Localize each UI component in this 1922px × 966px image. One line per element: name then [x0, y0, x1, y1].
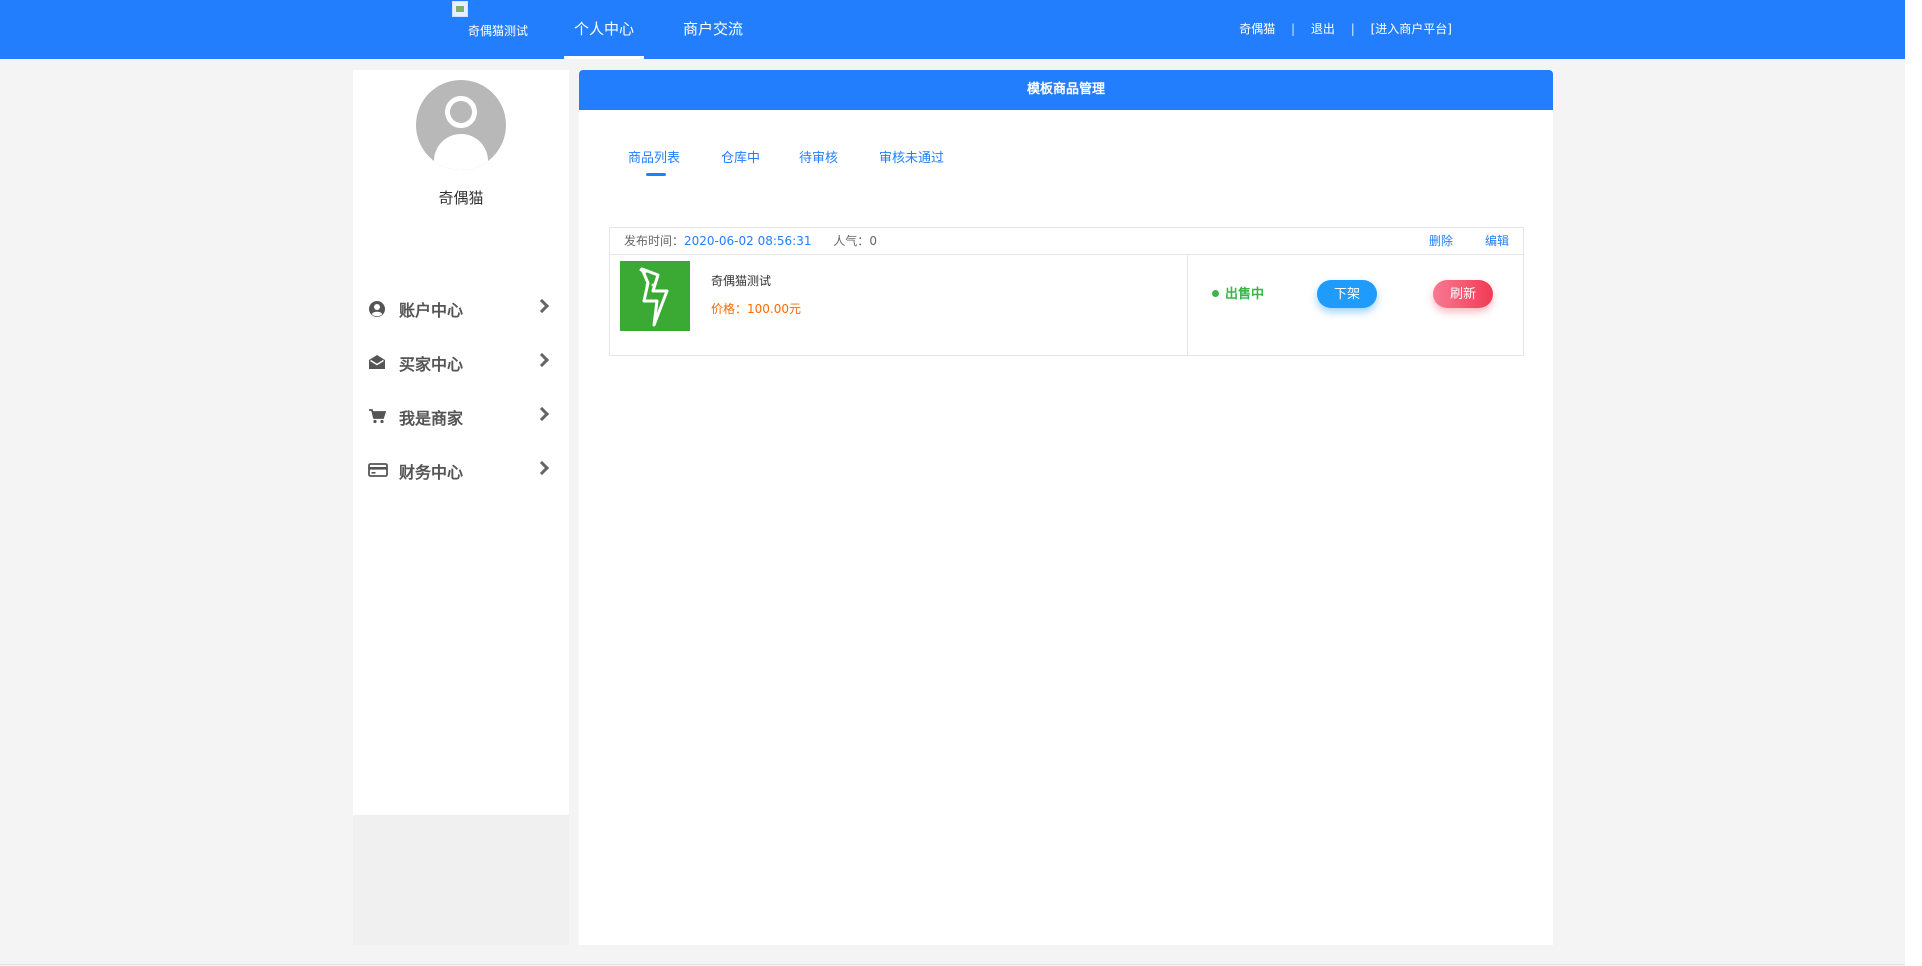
tab-pending-review[interactable]: 待审核 — [799, 147, 838, 166]
status-badge: 出售中 — [1212, 283, 1264, 302]
tab-label: 审核未通过 — [879, 151, 945, 166]
off-shelf-button[interactable]: 下架 — [1317, 280, 1377, 308]
sidebar-username: 奇偶猫 — [438, 189, 484, 207]
avatar-head-shape — [445, 96, 477, 128]
nav-tab-label: 个人中心 — [573, 20, 634, 38]
panel-title: 模板商品管理 — [579, 70, 1553, 110]
page-edge — [1905, 0, 1922, 966]
avatar[interactable] — [416, 80, 506, 170]
sidebar-item-merchant[interactable]: 我是商家 — [353, 396, 569, 436]
separator: | — [1291, 22, 1296, 36]
credit-card-icon — [368, 462, 388, 478]
cart-icon — [368, 408, 387, 424]
tab-warehouse[interactable]: 仓库中 — [721, 147, 760, 166]
status-text: 出售中 — [1225, 287, 1265, 302]
price-label: 价格： — [711, 302, 748, 316]
tab-product-list[interactable]: 商品列表 — [628, 147, 681, 176]
top-username-link[interactable]: 奇偶猫 — [1239, 22, 1275, 36]
product-card: 发布时间：2020-06-02 08:56:31 人气：0 删除 编辑 奇偶猫测… — [609, 227, 1524, 356]
delete-link[interactable]: 删除 — [1429, 228, 1453, 255]
sidebar: 奇偶猫 账户中心 买家中心 我是商家 财务中心 — [353, 70, 569, 815]
tab-label: 商品列表 — [628, 151, 681, 166]
merchant-platform-link[interactable]: [进入商户平台] — [1371, 22, 1452, 36]
logo-alt-text: 奇偶猫测试 — [468, 24, 529, 38]
chevron-right-icon — [534, 298, 550, 314]
logout-link[interactable]: 退出 — [1311, 22, 1335, 36]
user-circle-icon — [368, 300, 386, 317]
sidebar-item-account-center[interactable]: 账户中心 — [353, 288, 569, 328]
price-value: 100.00元 — [747, 302, 802, 316]
avatar-body-shape — [434, 134, 488, 170]
top-navbar: 奇偶猫测试 个人中心 商户交流 奇偶猫 | 退出 | [进入商户平台] — [0, 0, 1905, 59]
separator: | — [1350, 22, 1355, 36]
nav-tab-label: 商户交流 — [682, 20, 743, 38]
product-card-header: 发布时间：2020-06-02 08:56:31 人气：0 删除 编辑 — [610, 228, 1523, 255]
main-panel: 模板商品管理 商品列表 仓库中 待审核 审核未通过 发布时间：2020-06-0… — [579, 70, 1553, 945]
envelope-open-icon — [368, 354, 386, 370]
publish-time-label: 发布时间： — [624, 234, 685, 248]
nav-tab-personal-center[interactable]: 个人中心 — [564, 0, 644, 59]
sidebar-item-label: 买家中心 — [399, 355, 464, 374]
site-logo[interactable]: 奇偶猫测试 — [452, 0, 532, 59]
product-thumbnail[interactable] — [620, 261, 690, 331]
sidebar-item-buyer-center[interactable]: 买家中心 — [353, 342, 569, 382]
chevron-right-icon — [534, 352, 550, 368]
sidebar-footer — [353, 815, 569, 945]
publish-time-value: 2020-06-02 08:56:31 — [684, 234, 812, 248]
tab-review-rejected[interactable]: 审核未通过 — [879, 147, 944, 166]
edit-link[interactable]: 编辑 — [1485, 228, 1509, 255]
sidebar-item-label: 账户中心 — [399, 301, 464, 320]
lightning-cat-logo-icon — [639, 267, 669, 327]
top-user-links: 奇偶猫 | 退出 | [进入商户平台] — [1239, 0, 1452, 59]
chevron-right-icon — [534, 406, 550, 422]
popularity-label: 人气： — [833, 234, 870, 248]
product-meta: 发布时间：2020-06-02 08:56:31 人气：0 — [624, 228, 877, 255]
broken-image-icon — [452, 1, 468, 17]
chevron-right-icon — [534, 460, 550, 476]
page-bottom-border — [0, 964, 1905, 965]
tab-label: 仓库中 — [721, 151, 761, 166]
refresh-button[interactable]: 刷新 — [1433, 280, 1493, 308]
tab-label: 待审核 — [799, 151, 839, 166]
sidebar-item-finance-center[interactable]: 财务中心 — [353, 450, 569, 490]
product-price: 价格：100.00元 — [711, 300, 801, 317]
nav-tab-merchant-exchange[interactable]: 商户交流 — [673, 0, 753, 59]
popularity-value: 0 — [869, 234, 877, 248]
sidebar-item-label: 我是商家 — [399, 409, 464, 428]
product-name[interactable]: 奇偶猫测试 — [711, 272, 771, 289]
sidebar-item-label: 财务中心 — [399, 463, 464, 482]
status-dot-icon — [1212, 290, 1219, 297]
card-divider — [1187, 255, 1188, 356]
